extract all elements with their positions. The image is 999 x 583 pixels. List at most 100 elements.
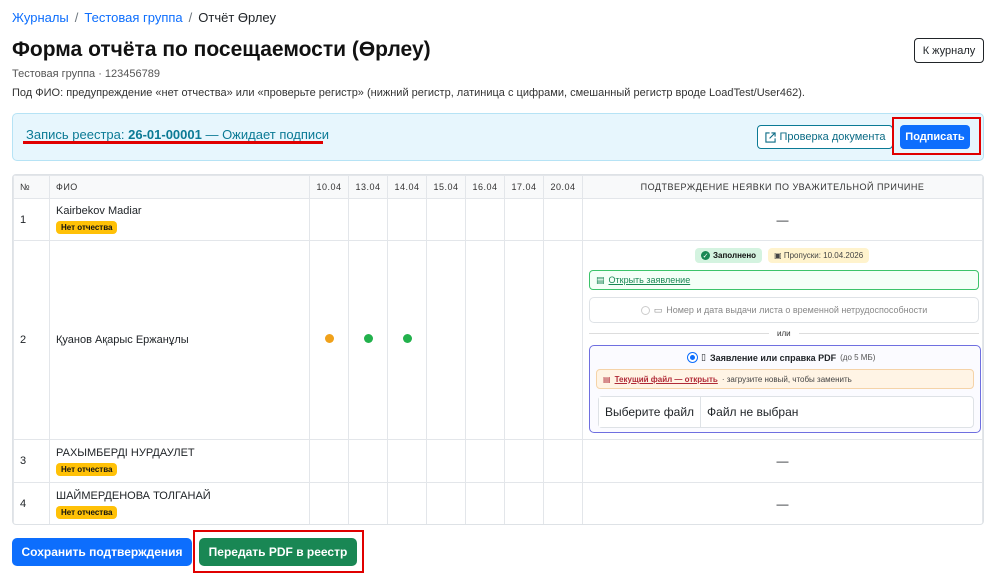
absences-label: Пропуски: 10.04.2026 xyxy=(783,251,864,260)
student-name: Қуанов Ақарыс Ержанұлы xyxy=(56,334,189,346)
breadcrumb-journals-link[interactable]: Журналы xyxy=(12,10,69,25)
col-header-date: 14.04 xyxy=(387,175,427,199)
student-name-cell: Kairbekov Madiar Нет отчества xyxy=(49,198,310,241)
open-application-link[interactable]: ▤ Открыть заявление xyxy=(589,270,979,290)
current-file-link[interactable]: Текущий файл — открыть xyxy=(615,375,718,384)
sick-leave-label: Номер и дата выдачи листа о временной не… xyxy=(666,305,928,315)
attendance-cell[interactable] xyxy=(348,439,388,483)
attendance-cell[interactable] xyxy=(387,482,427,524)
attendance-cell[interactable] xyxy=(504,482,544,524)
id-card-icon: ▭ xyxy=(653,304,663,315)
attendance-cell[interactable] xyxy=(543,439,583,483)
col-header-confirm: ПОДТВЕРЖДЕНИЕ НЕЯВКИ ПО УВАЖИТЕЛЬНОЙ ПРИ… xyxy=(582,175,983,199)
no-patronymic-badge: Нет отчества xyxy=(56,505,118,519)
attendance-cell[interactable] xyxy=(543,198,583,241)
table-row: 2 Қуанов Ақарыс Ержанұлы ✓ Заполнено ▣ Пр… xyxy=(13,240,983,440)
page-title: Форма отчёта по посещаемости (Өрлеу) xyxy=(12,38,431,61)
attendance-cell[interactable] xyxy=(348,240,388,440)
attendance-cell[interactable] xyxy=(387,198,427,241)
pdf-upload-option[interactable]: ▯ Заявление или справка PDF (до 5 МБ) ▤ … xyxy=(589,345,981,433)
row-number: 3 xyxy=(13,439,50,483)
attendance-cell[interactable] xyxy=(504,439,544,483)
present-status-dot xyxy=(363,334,373,343)
table-row: 3 РАХЫМБЕРДІ НУРДАУЛЕТ Нет отчества — xyxy=(13,439,983,483)
name-hint-text: Под ФИО: предупреждение «нет отчества» и… xyxy=(12,87,805,99)
col-header-date: 17.04 xyxy=(504,175,544,199)
attendance-cell[interactable] xyxy=(309,439,349,483)
or-label: или xyxy=(769,329,799,338)
check-document-label: Проверка документа xyxy=(779,131,886,143)
attendance-cell[interactable] xyxy=(426,482,466,524)
check-icon: ✓ xyxy=(701,251,710,260)
attendance-cell[interactable] xyxy=(504,240,544,440)
current-file-hint: · загрузите новый, чтобы заменить xyxy=(721,374,852,384)
student-name: Kairbekov Madiar xyxy=(56,205,142,217)
confirm-empty: — xyxy=(582,482,983,524)
registry-number: 26-01-00001 xyxy=(128,127,202,142)
no-patronymic-badge: Нет отчества xyxy=(56,462,118,476)
pdf-option-title: ▯ Заявление или справка PDF (до 5 МБ) xyxy=(688,352,875,363)
attendance-cell[interactable] xyxy=(387,240,427,440)
filled-status-label: Заполнено xyxy=(713,251,757,260)
filled-status-tag: ✓ Заполнено xyxy=(695,248,763,263)
pdf-option-label: Заявление или справка PDF xyxy=(709,352,837,363)
sick-leave-option[interactable]: ▭ Номер и дата выдачи листа о временной … xyxy=(589,297,979,323)
confirm-cell: ✓ Заполнено ▣ Пропуски: 10.04.2026 ▤ Откр… xyxy=(582,240,983,440)
breadcrumb-separator: / xyxy=(74,10,79,25)
choose-file-button[interactable]: Выберите файл xyxy=(599,397,702,427)
file-icon: ▯ xyxy=(701,352,706,362)
radio-unselected-icon xyxy=(640,305,650,315)
attendance-cell[interactable] xyxy=(426,198,466,241)
attendance-cell[interactable] xyxy=(426,240,466,440)
student-name: РАХЫМБЕРДІ НУРДАУЛЕТ xyxy=(56,446,195,459)
file-input[interactable]: Выберите файл Файл не выбран xyxy=(598,396,974,428)
back-to-journal-button[interactable]: К журналу xyxy=(914,38,984,63)
attendance-cell[interactable] xyxy=(426,439,466,483)
attendance-cell[interactable] xyxy=(465,198,505,241)
col-header-num: № xyxy=(13,175,50,199)
row-number: 4 xyxy=(13,482,50,524)
attendance-cell[interactable] xyxy=(465,240,505,440)
attendance-cell[interactable] xyxy=(504,198,544,241)
present-status-dot xyxy=(402,334,412,343)
attendance-cell[interactable] xyxy=(348,482,388,524)
registry-prefix: Запись реестра: xyxy=(26,127,129,142)
attendance-cell[interactable] xyxy=(309,198,349,241)
row-number: 2 xyxy=(13,240,50,440)
breadcrumb-current: Отчёт Өрлеу xyxy=(198,10,276,25)
student-name-cell: Қуанов Ақарыс Ержанұлы xyxy=(49,240,310,440)
breadcrumb-separator: / xyxy=(188,10,193,25)
confirm-empty: — xyxy=(582,198,983,241)
attendance-cell[interactable] xyxy=(309,240,349,440)
attendance-cell[interactable] xyxy=(309,482,349,524)
col-header-name: ФИО xyxy=(49,175,310,199)
radio-selected-icon[interactable] xyxy=(688,353,697,362)
student-name-cell: ШАЙМЕРДЕНОВА ТОЛГАНАЙ Нет отчества xyxy=(49,482,310,524)
highlight-box xyxy=(193,530,364,573)
check-document-button[interactable]: Проверка документа xyxy=(757,125,893,149)
breadcrumb: Журналы / Тестовая группа / Отчёт Өрлеу xyxy=(12,10,276,25)
open-application-label: Открыть заявление xyxy=(608,275,691,285)
attendance-cell[interactable] xyxy=(465,482,505,524)
attendance-cell[interactable] xyxy=(465,439,505,483)
late-status-dot xyxy=(324,334,334,343)
attendance-cell[interactable] xyxy=(348,198,388,241)
save-confirmations-button[interactable]: Сохранить подтверждения xyxy=(12,538,192,566)
col-header-date: 16.04 xyxy=(465,175,505,199)
col-header-date: 13.04 xyxy=(348,175,388,199)
attendance-cell[interactable] xyxy=(387,439,427,483)
attendance-cell[interactable] xyxy=(543,240,583,440)
table-row: 4 ШАЙМЕРДЕНОВА ТОЛГАНАЙ Нет отчества — xyxy=(13,482,983,524)
table-header-row: № ФИО 10.04 13.04 14.04 15.04 16.04 17.0… xyxy=(13,175,983,199)
current-file-notice: ▤ Текущий файл — открыть · загрузите нов… xyxy=(596,369,974,389)
pdf-size-limit: (до 5 МБ) xyxy=(840,353,876,362)
no-patronymic-badge: Нет отчества xyxy=(56,221,118,234)
file-status: Файл не выбран xyxy=(707,405,799,419)
col-header-date: 20.04 xyxy=(543,175,583,199)
absences-tag: ▣ Пропуски: 10.04.2026 xyxy=(768,248,870,263)
breadcrumb-group-link[interactable]: Тестовая группа xyxy=(84,10,182,25)
row-number: 1 xyxy=(13,198,50,241)
attendance-cell[interactable] xyxy=(543,482,583,524)
confirm-panel: ✓ Заполнено ▣ Пропуски: 10.04.2026 ▤ Откр… xyxy=(583,241,982,439)
student-name: ШАЙМЕРДЕНОВА ТОЛГАНАЙ xyxy=(56,489,211,502)
